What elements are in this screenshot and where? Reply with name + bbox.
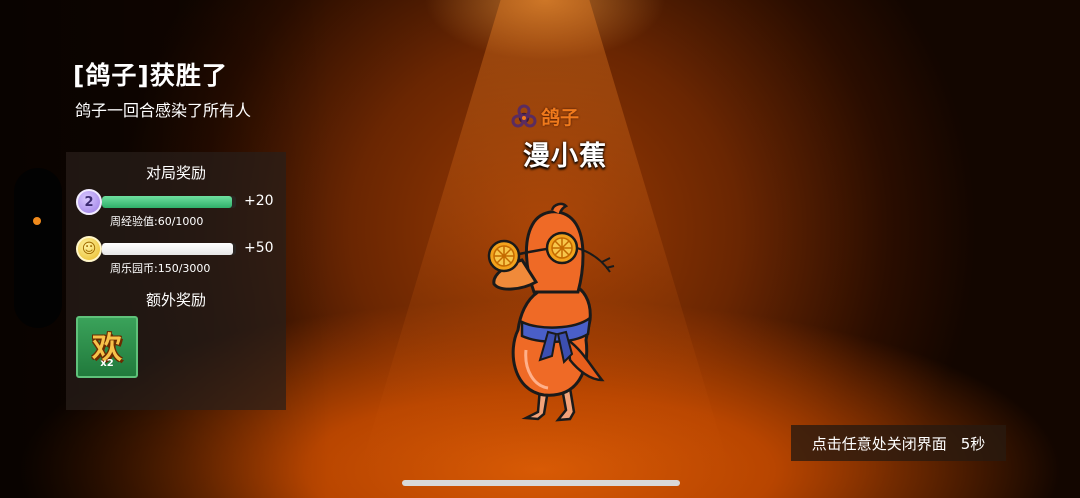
coin-progress-bar <box>102 243 236 255</box>
level-badge-icon: 2 <box>76 189 102 215</box>
close-hint[interactable]: 点击任意处关闭界面 5秒 <box>791 425 1006 461</box>
exp-progress-fill <box>102 196 232 208</box>
coin-icon: ☺ <box>76 236 102 262</box>
exp-progress-text: 周经验值:60/1000 <box>110 215 204 228</box>
coin-gain: +50 <box>244 240 274 256</box>
exp-progress-bar <box>102 196 236 208</box>
role-name: 鸽子 <box>541 107 580 129</box>
duck-character <box>487 202 615 422</box>
bonus-item-count: x2 <box>100 358 114 369</box>
game-result-screen[interactable]: [鸽子]获胜了 鸽子一回合感染了所有人 对局奖励 2 +20 周经验值:60/1… <box>0 0 1080 498</box>
close-hint-text: 点击任意处关闭界面 <box>811 434 947 453</box>
player-name: 漫小蕉 <box>523 141 607 172</box>
home-indicator[interactable] <box>402 480 680 486</box>
exp-gain: +20 <box>244 193 274 209</box>
bonus-item-card[interactable]: 欢 x2 <box>76 316 138 378</box>
coin-progress-fill <box>102 243 234 255</box>
winner-title: [鸽子]获胜了 <box>73 61 228 90</box>
close-countdown: 5秒 <box>960 434 986 453</box>
biohazard-icon <box>511 104 537 127</box>
device-notch <box>14 168 62 328</box>
reward-panel: 对局奖励 2 +20 周经验值:60/1000 ☺ +50 周乐园币:150/3… <box>66 152 286 410</box>
match-reward-title: 对局奖励 <box>145 164 206 182</box>
extra-reward-title: 额外奖励 <box>145 291 206 309</box>
player-role: 鸽子 <box>511 103 579 130</box>
winner-subtitle: 鸽子一回合感染了所有人 <box>75 101 252 120</box>
coin-progress-text: 周乐园币:150/3000 <box>110 262 211 275</box>
status-dot <box>33 217 41 225</box>
